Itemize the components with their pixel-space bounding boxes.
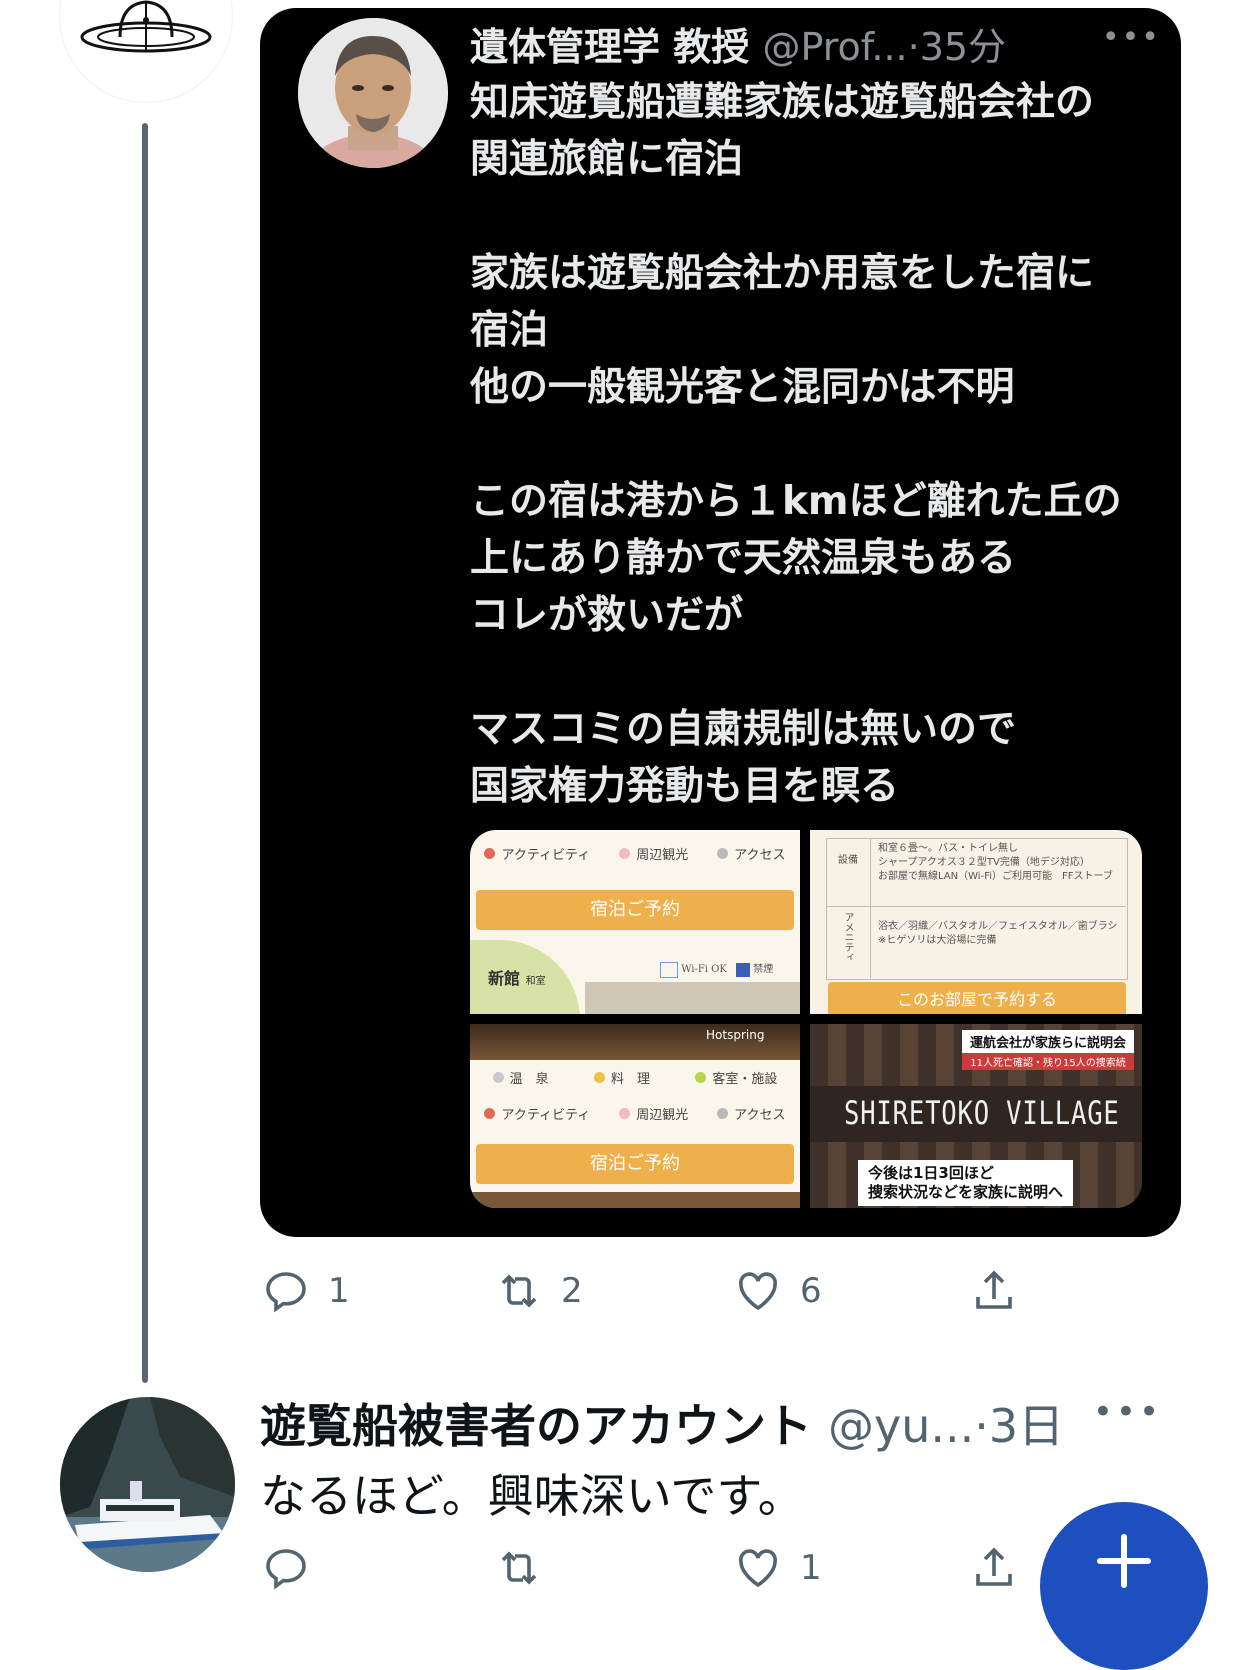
user-avatar-top[interactable] — [60, 0, 232, 102]
amenity-icons: Wi-Fi OK 禁煙 — [660, 960, 773, 978]
grid-image-3[interactable]: Hotspring 温 泉 料 理 客室・施設 アクティビティ 周辺観光 アクセ… — [470, 1024, 800, 1208]
share-button[interactable] — [970, 1267, 1018, 1315]
tag-activity: アクティビティ — [484, 844, 590, 863]
tag-sightseeing: 周辺観光 — [619, 844, 688, 863]
quoted-author-name: 遺体管理学 教授 — [470, 25, 750, 69]
share-icon — [976, 1547, 1012, 1586]
tag-activity-2: アクティビティ — [484, 1104, 590, 1123]
retweet-count: 2 — [561, 1271, 583, 1311]
quoted-time: 35分 — [919, 25, 1007, 69]
retweet-button[interactable]: 2 — [495, 1267, 583, 1315]
grid-image-4[interactable]: 運航会社が家族らに説明会 11人死亡確認・残り15人の捜索続 SHIRETOKO… — [810, 1024, 1142, 1208]
image-grid[interactable]: アクティビティ 周辺観光 アクセス 宿泊ご予約 新館 和室 Wi-Fi OK 禁… — [470, 830, 1142, 1208]
retweet-button-2[interactable] — [495, 1544, 561, 1592]
quoted-author-handle: @Prof... — [762, 25, 908, 69]
share-icon — [976, 1270, 1012, 1309]
share-button-2[interactable] — [970, 1544, 1018, 1592]
orb-logo-icon — [80, 0, 212, 53]
more-options-icon: ••• — [1101, 20, 1161, 55]
reply-author-handle: @yu... — [828, 1399, 975, 1453]
reserve-room-button: このお部屋で予約する — [828, 982, 1126, 1014]
like-button-2[interactable]: 1 — [734, 1544, 822, 1592]
equipment-text: 和室６畳〜。バス・トイレ無し シャープアクオス３２型TV完備（地デジ対応） お部… — [878, 843, 1113, 882]
separator-dot-2: · — [974, 1399, 989, 1453]
heart-icon — [739, 1549, 777, 1588]
quoted-screenshot-card[interactable]: 遺体管理学 教授 @Prof...·35分 ••• 知床遊覧船遭難家族は遊覧船会… — [260, 8, 1181, 1237]
person-photo-icon — [298, 18, 448, 168]
plus-icon — [1097, 1534, 1151, 1588]
reply-author-name: 遊覧船被害者のアカウント — [260, 1399, 812, 1453]
tag-facility: 客室・施設 — [695, 1068, 777, 1087]
reply-author-line: 遊覧船被害者のアカウント @yu...·3日 — [260, 1390, 1064, 1456]
separator-dot: · — [907, 25, 920, 69]
professor-avatar — [298, 18, 448, 168]
boat-photo-icon — [60, 1397, 235, 1572]
quoted-author-line: 遺体管理学 教授 @Prof...·35分 — [470, 16, 1006, 71]
heart-icon — [739, 1272, 777, 1311]
reserve-stay-button-2: 宿泊ご予約 — [476, 1144, 794, 1184]
village-sign: SHIRETOKO VILLAGE — [844, 1094, 1120, 1132]
tag-cuisine: 料 理 — [593, 1068, 650, 1087]
retweet-icon — [501, 1274, 537, 1308]
tag-access-2: アクセス — [717, 1104, 786, 1123]
reply-author-avatar[interactable] — [60, 1397, 235, 1572]
like-count-2: 1 — [800, 1548, 822, 1588]
tag-access: アクセス — [717, 844, 786, 863]
reply-time: 3日 — [988, 1399, 1065, 1453]
reply-button[interactable]: 1 — [262, 1267, 350, 1315]
reply-more-options-icon[interactable]: ••• — [1093, 1392, 1162, 1432]
news-caption-bottom: 今後は1日3回ほど 捜索状況などを家族に説明へ — [858, 1160, 1074, 1206]
compose-fab-button[interactable] — [1040, 1502, 1208, 1670]
reply-count: 1 — [328, 1271, 350, 1311]
like-count: 6 — [800, 1271, 822, 1311]
like-button[interactable]: 6 — [734, 1267, 822, 1315]
building-label: 新館 和室 — [488, 969, 546, 988]
reserve-stay-button: 宿泊ご予約 — [476, 890, 794, 930]
reply-button-2[interactable] — [262, 1544, 328, 1592]
tag-sightseeing-2: 周辺観光 — [619, 1104, 688, 1123]
tag-onsen: 温 泉 — [492, 1068, 549, 1087]
quoted-tweet-text: 知床遊覧船遭難家族は遊覧船会社の 関連旅館に宿泊 家族は遊覧船会社か用意をした宿… — [470, 80, 1122, 809]
amenity-label: アメニティ — [842, 912, 853, 962]
retweet-icon — [501, 1551, 537, 1585]
equipment-label: 設備 — [838, 855, 858, 866]
grid-image-2[interactable]: 設備 和室６畳〜。バス・トイレ無し シャープアクオス３２型TV完備（地デジ対応）… — [810, 830, 1142, 1014]
reply-icon — [266, 1272, 306, 1313]
thread-connector-line — [142, 123, 148, 1383]
reply-tweet-text: なるほど。興味深いです。 — [260, 1469, 804, 1523]
news-caption-top: 運航会社が家族らに説明会 11人死亡確認・残り15人の捜索続 — [961, 1030, 1134, 1070]
reply-icon — [266, 1549, 306, 1590]
grid-image-1[interactable]: アクティビティ 周辺観光 アクセス 宿泊ご予約 新館 和室 Wi-Fi OK 禁… — [470, 830, 800, 1014]
hotspring-label: Hotspring — [706, 1028, 765, 1042]
amenity-text: 浴衣／羽織／バスタオル／フェイスタオル／歯ブラシ ※ヒゲソリは大浴場に完備 — [878, 921, 1128, 946]
